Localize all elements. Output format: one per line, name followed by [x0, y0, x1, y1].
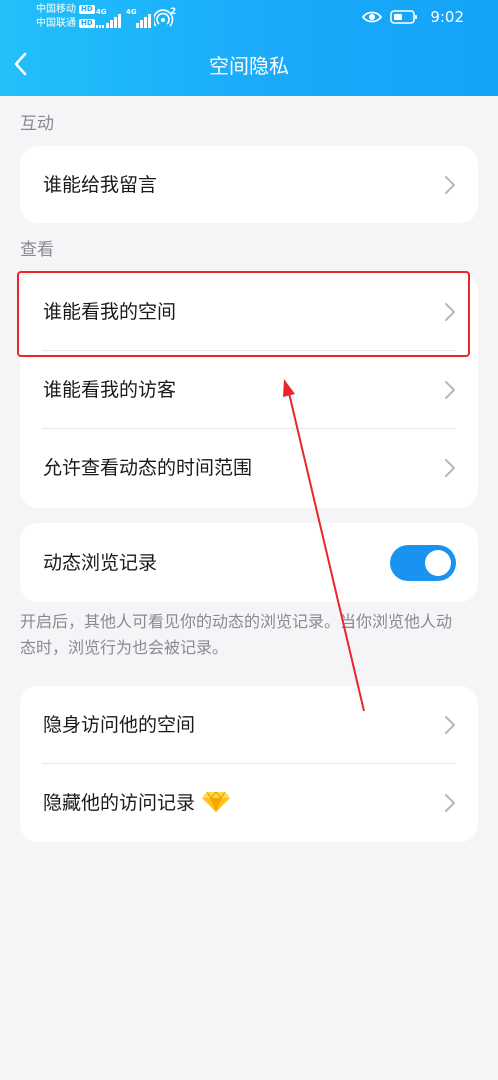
row-feed-time-range[interactable]: 允许查看动态的时间范围	[20, 429, 478, 507]
row-label: 谁能看我的访客	[43, 379, 177, 401]
row-stealth-visit[interactable]: 隐身访问他的空间	[20, 686, 478, 764]
row-hide-visit-record[interactable]: 隐藏他的访问记录	[20, 764, 478, 842]
diamond-icon	[202, 791, 231, 812]
section-label-view: 查看	[20, 240, 54, 260]
chevron-right-icon	[445, 381, 455, 399]
nav-bar: 空间隐私	[0, 34, 498, 96]
section-label-interaction: 互动	[20, 114, 54, 134]
carrier-1: 中国移动 HD	[36, 3, 95, 16]
carrier-1-name: 中国移动	[36, 4, 76, 15]
row-label: 允许查看动态的时间范围	[43, 457, 253, 479]
row-who-can-view-visitors[interactable]: 谁能看我的访客	[20, 351, 478, 429]
row-label: 动态浏览记录	[43, 551, 158, 574]
chevron-right-icon	[445, 459, 455, 477]
browse-record-toggle[interactable]	[390, 544, 456, 581]
chevron-right-icon	[445, 794, 455, 812]
row-browse-record: 动态浏览记录	[20, 523, 478, 602]
row-label-text: 隐藏他的访问记录	[43, 792, 196, 814]
row-label: 隐藏他的访问记录	[43, 789, 231, 817]
signal-icon	[96, 14, 121, 28]
signal-icon	[136, 14, 151, 28]
row-label: 谁能给我留言	[43, 173, 158, 196]
chevron-right-icon	[445, 716, 455, 734]
card-view: 谁能看我的空间 谁能看我的访客 允许查看动态的时间范围	[20, 273, 478, 508]
clock: 9:02	[430, 8, 464, 26]
carrier-2: 中国联通 HD	[36, 17, 95, 30]
hd-badge: HD	[79, 19, 95, 28]
chevron-right-icon	[445, 175, 455, 194]
battery-icon	[390, 10, 418, 24]
toggle-knob	[425, 549, 451, 576]
row-label: 谁能看我的空间	[43, 301, 177, 323]
status-right: 9:02	[362, 8, 464, 26]
eye-icon	[362, 11, 383, 23]
card-stealth: 隐身访问他的空间 隐藏他的访问记录	[20, 686, 478, 842]
row-who-can-view-space[interactable]: 谁能看我的空间	[20, 273, 478, 351]
status-bar: 中国移动 HD 中国联通 HD 4G 4G 2 9:02	[0, 0, 498, 34]
header: 中国移动 HD 中国联通 HD 4G 4G 2 9:02 空间隐私	[0, 0, 498, 96]
browse-record-hint: 开启后，其他人可看见你的动态的浏览记录。当你浏览他人动态时，浏览行为也会被记录。	[20, 612, 453, 657]
row-who-can-message[interactable]: 谁能给我留言	[20, 146, 478, 223]
carrier-2-name: 中国联通	[36, 18, 76, 29]
hotspot-count: 2	[170, 7, 177, 17]
card-interaction: 谁能给我留言	[20, 146, 478, 223]
row-label: 隐身访问他的空间	[43, 714, 196, 736]
chevron-right-icon	[445, 303, 455, 321]
page-title: 空间隐私	[209, 54, 289, 78]
hd-badge: HD	[79, 5, 95, 14]
card-browse-record: 动态浏览记录	[20, 523, 478, 602]
